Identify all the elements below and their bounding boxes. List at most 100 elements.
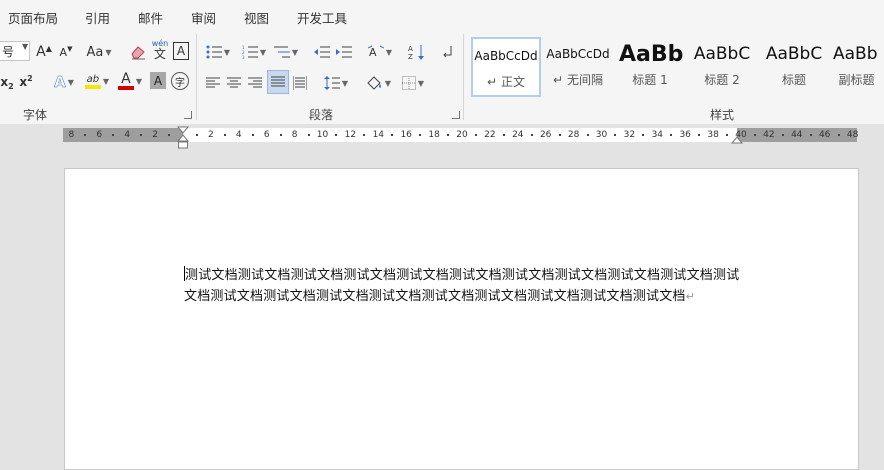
phonetic-bottom-label: 文 [153, 47, 166, 61]
ruler-tick-label: 24 [512, 130, 524, 140]
ruler-tick-label: 20 [456, 130, 468, 140]
clear-format-button[interactable] [128, 41, 148, 63]
shrink-font-icon: A [59, 45, 68, 59]
borders-button[interactable]: ▼ [399, 72, 427, 94]
ruler-dot [335, 134, 338, 136]
subscript-digit: 2 [8, 81, 14, 91]
highlight-color-bar [84, 84, 101, 89]
align-left-button[interactable] [204, 72, 222, 94]
subscript-button[interactable]: x2 [0, 71, 14, 93]
sort-button[interactable]: AZ [407, 41, 427, 63]
ruler-dot [140, 134, 143, 136]
multilevel-list-button[interactable]: ▼ [272, 41, 300, 63]
font-size-dropdown-icon[interactable]: ▼ [22, 42, 28, 51]
ruler-left-margin [63, 128, 183, 142]
ruler-tick-label: 46 [818, 130, 831, 140]
bullets-button[interactable]: ▼ [204, 41, 232, 63]
ruler-tick-label: 26 [539, 130, 552, 140]
ruler-dot [112, 134, 115, 136]
highlight-button[interactable]: ab ▼ [82, 70, 112, 92]
ruler-dot [447, 134, 450, 136]
ruler-tick-label: 48 [846, 130, 859, 140]
styles-gallery: AaBbCcDd ↵ 正文 AaBbCcDd ↵ 无间隔 AaBb 标题 1 A… [467, 34, 884, 102]
decrease-indent-button[interactable] [313, 41, 331, 63]
ruler-dot [781, 134, 784, 136]
style-mark: ↵ [487, 75, 498, 89]
font-color-icon: A [121, 70, 131, 87]
chinese-layout-icon: A [367, 45, 384, 59]
ruler-tick-label: 42 [763, 130, 775, 140]
ruler-tick-label: 44 [791, 130, 803, 140]
chinese-layout-button[interactable]: A ▼ [366, 41, 394, 63]
style-heading-2[interactable]: AaBbC 标题 2 [687, 37, 757, 97]
font-size-value: 号 [2, 44, 15, 59]
text-effects-button[interactable]: A ▼ [50, 71, 78, 93]
style-subtitle[interactable]: AaBb 副标题 [829, 37, 884, 97]
document-body[interactable]: 测试文档测试文档测试文档测试文档测试文档测试文档测试文档测试文档测试文档测试文档… [184, 265, 744, 307]
distributed-button[interactable] [291, 72, 309, 94]
style-heading-1[interactable]: AaBb 标题 1 [615, 37, 685, 97]
styles-group-label: 样式 [710, 108, 735, 122]
ruler-dot [642, 134, 645, 136]
shrink-font-button[interactable]: A ▼ [57, 41, 75, 63]
ruler-dot [586, 134, 589, 136]
ruler-dot [168, 134, 171, 136]
style-no-spacing[interactable]: AaBbCcDd ↵ 无间隔 [543, 37, 613, 97]
enclose-char-icon: 字 [175, 77, 185, 89]
show-marks-button[interactable] [440, 41, 456, 63]
change-case-button[interactable]: Aa ▼ [84, 41, 114, 63]
superscript-icon: x [19, 75, 28, 89]
char-border-icon: A [176, 44, 186, 58]
ruler-tick-label: 6 [96, 130, 103, 140]
tab-references[interactable]: 引用 [85, 8, 110, 27]
distributed-icon [293, 76, 307, 90]
enclose-char-button[interactable]: 字 [171, 72, 189, 90]
tab-developer[interactable]: 开发工具 [297, 8, 347, 27]
justify-button[interactable] [267, 70, 289, 94]
align-center-button[interactable] [225, 72, 243, 94]
ruler-tick-label: 12 [344, 130, 357, 140]
superscript-button[interactable]: x2 [19, 71, 33, 93]
shading-button[interactable]: ▼ [363, 72, 393, 94]
ruler-tick-label: 8 [291, 130, 298, 140]
ruler-tick-label: 4 [235, 130, 242, 140]
tab-mailings[interactable]: 邮件 [138, 8, 163, 27]
increase-indent-button[interactable] [335, 41, 353, 63]
align-right-button[interactable] [246, 72, 264, 94]
tab-page-layout[interactable]: 页面布局 [8, 8, 58, 27]
style-sample: AaBb [833, 44, 878, 64]
tab-review[interactable]: 审阅 [191, 8, 216, 27]
ruler-tick-label: 2 [152, 130, 158, 140]
phonetic-guide-button[interactable]: wén 文 [151, 38, 169, 60]
menu-tabs: 页面布局 引用 邮件 审阅 视图 开发工具 [0, 0, 884, 32]
ruler-tick-label: 4 [124, 130, 131, 140]
char-shading-button[interactable]: A [150, 72, 166, 89]
ruler-dot [84, 134, 87, 136]
first-line-indent-marker[interactable] [177, 126, 189, 152]
paragraph-dialog-launcher-icon[interactable] [452, 111, 460, 119]
grow-font-icon: A [36, 44, 46, 60]
tab-view[interactable]: 视图 [244, 8, 269, 27]
char-border-button[interactable]: A [173, 42, 189, 60]
svg-text:3: 3 [242, 55, 245, 59]
ruler-dot [753, 134, 756, 136]
line-spacing-button[interactable]: ▼ [322, 72, 350, 94]
font-color-button[interactable]: A ▼ [115, 70, 145, 92]
align-right-icon [248, 77, 262, 88]
numbering-button[interactable]: 123 ▼ [240, 41, 268, 63]
style-sample: AaBbCcDd [546, 47, 610, 61]
align-center-icon [227, 77, 241, 88]
document-page[interactable]: 测试文档测试文档测试文档测试文档测试文档测试文档测试文档测试文档测试文档测试文档… [64, 168, 859, 470]
bullets-icon [206, 45, 222, 59]
grow-font-button[interactable]: A ▲ [35, 41, 53, 63]
ruler-dot [251, 134, 254, 136]
right-indent-marker[interactable] [731, 134, 743, 144]
font-dialog-launcher-icon[interactable] [184, 111, 192, 119]
subscript-icon: x [0, 75, 9, 89]
paragraph-mark-icon [443, 46, 452, 58]
style-title[interactable]: AaBbC 标题 [759, 37, 829, 97]
style-normal[interactable]: AaBbCcDd ↵ 正文 [471, 37, 541, 97]
svg-text:A: A [408, 45, 413, 53]
ruler-tick-label: 6 [263, 130, 270, 140]
ruler-dot [391, 134, 394, 136]
